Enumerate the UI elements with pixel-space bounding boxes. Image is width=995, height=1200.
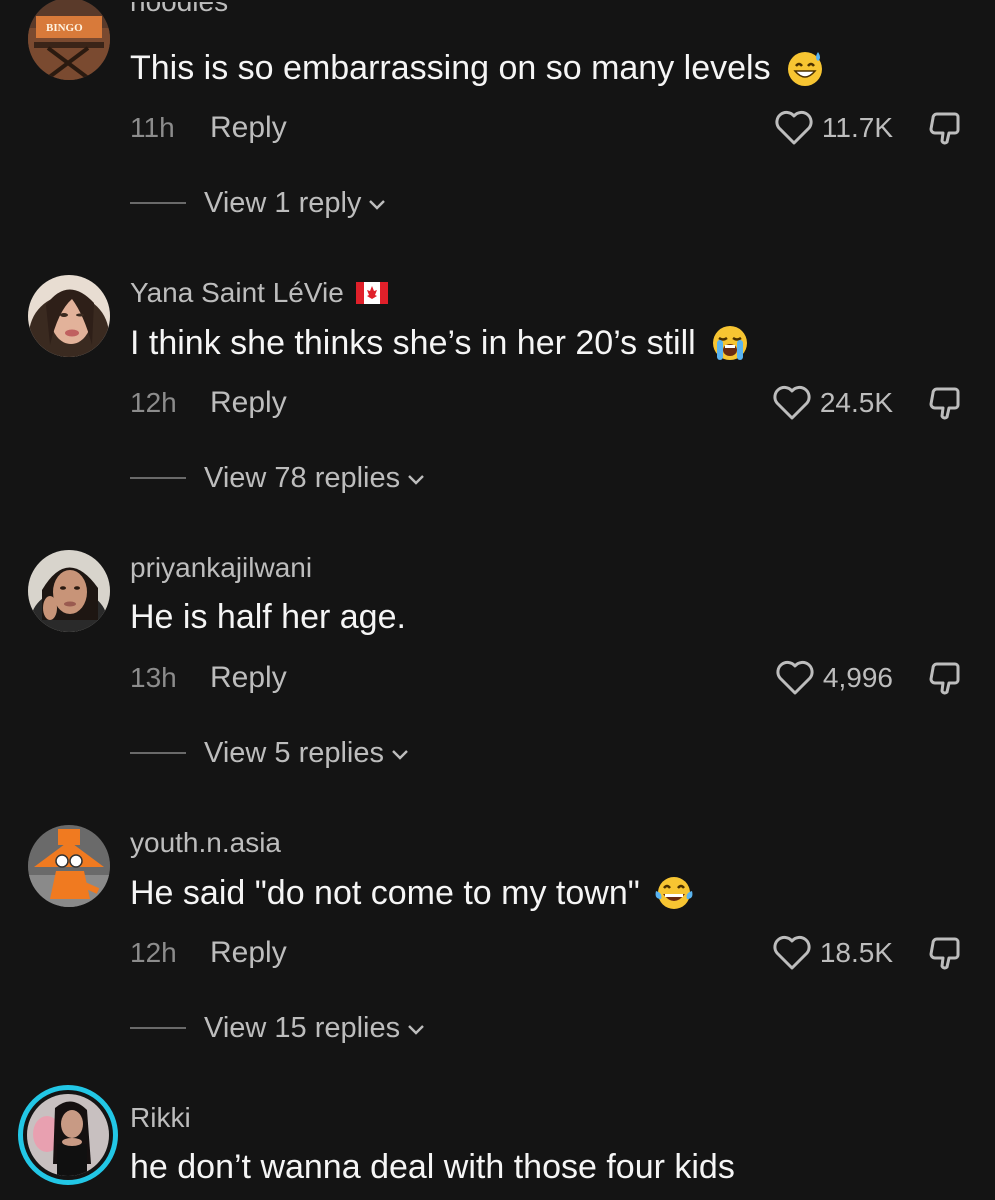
view-replies-button[interactable]: View 5 replies <box>130 733 410 773</box>
thumbs-down-icon[interactable] <box>925 108 965 148</box>
canada-flag-icon <box>355 282 388 304</box>
like-count: 11.7K <box>821 112 893 143</box>
like-button[interactable]: 18.5K <box>772 935 893 971</box>
view-replies-label[interactable]: View 78 replies <box>204 462 400 495</box>
grinning-sweat-emoji-icon <box>787 52 822 86</box>
username[interactable]: Rikki <box>130 1102 191 1134</box>
heart-outline-icon <box>773 385 811 420</box>
view-replies-label[interactable]: View 15 replies <box>204 1012 400 1045</box>
divider-line <box>130 477 186 479</box>
view-replies-button[interactable]: View 78 replies <box>130 458 426 498</box>
avatar[interactable] <box>28 550 110 632</box>
like-count: 4,996 <box>822 662 893 693</box>
avatar-badge-text: BINGO <box>46 22 83 34</box>
comment-actions: 11h Reply 11.7K <box>130 108 965 148</box>
avatar[interactable]: BINGO <box>28 0 110 80</box>
username[interactable]: noodles <box>130 2 228 18</box>
heart-outline-icon <box>776 660 814 695</box>
comment-text: He said "do not come to my town" <box>130 873 694 913</box>
comment-text: he don’t wanna deal with those four kids <box>130 1148 735 1186</box>
like-button[interactable]: 4,996 <box>775 660 893 696</box>
divider-line <box>130 752 186 754</box>
thumbs-down-icon[interactable] <box>925 658 965 698</box>
thumbs-down-icon[interactable] <box>925 933 965 973</box>
timestamp: 13h <box>130 662 177 693</box>
tears-of-joy-emoji-icon <box>655 877 693 909</box>
heart-outline-icon <box>773 935 811 970</box>
view-replies-button[interactable]: View 15 replies <box>130 1008 426 1048</box>
chevron-down-icon <box>392 750 408 760</box>
username[interactable]: Yana Saint LéVie <box>130 277 388 309</box>
loudly-crying-emoji-icon <box>712 326 747 360</box>
chevron-down-icon <box>408 1025 424 1035</box>
avatar[interactable] <box>27 1094 109 1176</box>
reply-button[interactable]: Reply <box>210 661 287 695</box>
comment-text: I think she thinks she’s in her 20’s sti… <box>130 323 750 363</box>
timestamp: 12h <box>130 937 177 968</box>
timestamp: 12h <box>130 387 177 418</box>
like-button[interactable]: 24.5K <box>772 385 893 421</box>
divider-line <box>130 202 186 204</box>
chevron-down-icon <box>369 200 386 210</box>
reply-button[interactable]: Reply <box>210 386 287 420</box>
divider-line <box>130 1027 186 1029</box>
view-replies-label[interactable]: View 1 reply <box>204 187 361 220</box>
comment-actions: 12h Reply 18.5K <box>130 933 965 973</box>
avatar[interactable] <box>28 275 110 357</box>
timestamp: 11h <box>130 112 175 143</box>
comment-text: This is so embarrassing on so many level… <box>130 48 825 88</box>
reply-button[interactable]: Reply <box>210 111 287 145</box>
reply-button[interactable]: Reply <box>210 936 287 970</box>
like-count: 18.5K <box>819 937 893 968</box>
view-replies-button[interactable]: View 1 reply <box>130 183 387 223</box>
heart-outline-icon <box>775 110 813 145</box>
like-count: 24.5K <box>819 387 893 418</box>
comment-text: He is half her age. <box>130 598 406 636</box>
comment-actions: 13h Reply 4,996 <box>130 658 965 698</box>
thumbs-down-icon[interactable] <box>925 383 965 423</box>
username[interactable]: youth.n.asia <box>130 827 281 859</box>
view-replies-label[interactable]: View 5 replies <box>204 737 384 770</box>
username[interactable]: priyankajilwani <box>130 552 312 584</box>
chevron-down-icon <box>408 475 424 485</box>
like-button[interactable]: 11.7K <box>774 110 893 146</box>
comment-actions: 12h Reply 24.5K <box>130 383 965 423</box>
avatar[interactable] <box>28 825 110 907</box>
